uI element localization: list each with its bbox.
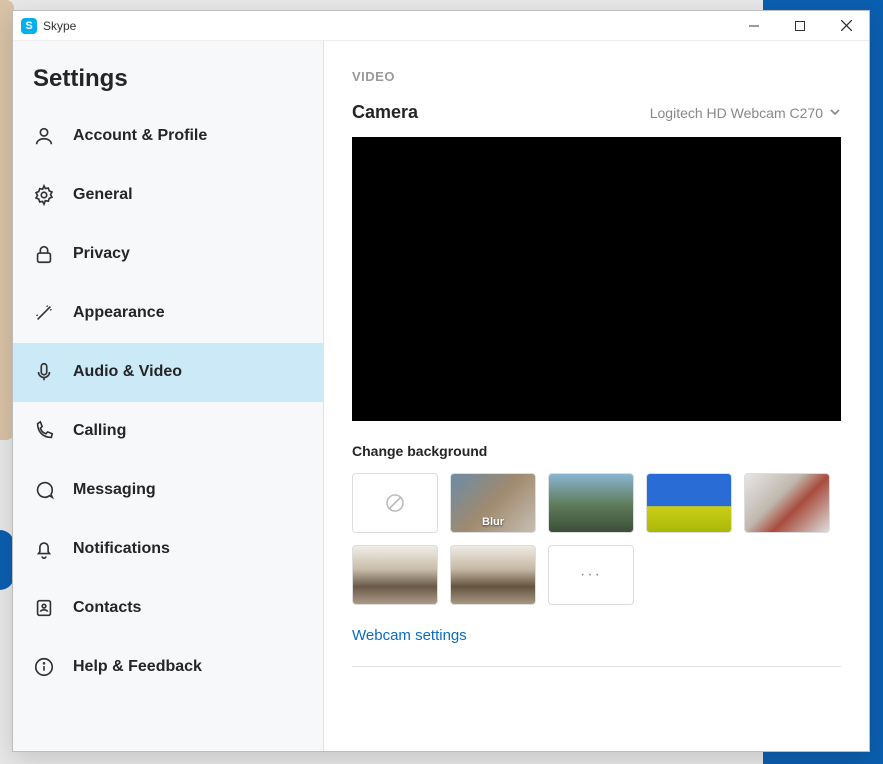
sidebar-item-label: Privacy	[73, 245, 130, 263]
more-icon: ···	[580, 566, 602, 584]
camera-selected-value: Logitech HD Webcam C270	[650, 105, 823, 121]
maximize-button[interactable]	[777, 11, 823, 41]
settings-sidebar: Settings Account & Profile General Priva…	[13, 41, 324, 751]
change-background-label: Change background	[352, 443, 841, 459]
blur-label: Blur	[451, 516, 535, 528]
sidebar-item-help[interactable]: Help & Feedback	[13, 638, 323, 697]
sidebar-item-calling[interactable]: Calling	[13, 402, 323, 461]
bg-option-room1[interactable]	[352, 545, 438, 605]
minimize-button[interactable]	[731, 11, 777, 41]
bg-option-office[interactable]	[744, 473, 830, 533]
sidebar-item-label: Messaging	[73, 481, 156, 499]
sidebar-item-notifications[interactable]: Notifications	[13, 520, 323, 579]
bg-option-blur[interactable]: Blur	[450, 473, 536, 533]
sidebar-item-label: Account & Profile	[73, 127, 207, 145]
sidebar-item-appearance[interactable]: Appearance	[13, 284, 323, 343]
sidebar-item-messaging[interactable]: Messaging	[13, 461, 323, 520]
phone-icon	[33, 420, 55, 442]
user-icon	[33, 125, 55, 147]
sidebar-item-label: Contacts	[73, 599, 141, 617]
bg-option-room2[interactable]	[450, 545, 536, 605]
sidebar-item-label: Appearance	[73, 304, 165, 322]
wand-icon	[33, 302, 55, 324]
camera-label: Camera	[352, 102, 418, 123]
lock-icon	[33, 243, 55, 265]
chevron-down-icon	[829, 105, 841, 121]
sidebar-item-label: Audio & Video	[73, 363, 182, 381]
sidebar-item-label: Calling	[73, 422, 126, 440]
none-icon	[385, 493, 405, 513]
bg-option-none[interactable]	[352, 473, 438, 533]
app-name: Skype	[43, 19, 76, 33]
main-panel: VIDEO Camera Logitech HD Webcam C270 Cha…	[324, 41, 869, 751]
sidebar-item-privacy[interactable]: Privacy	[13, 225, 323, 284]
body-area: Settings Account & Profile General Priva…	[13, 41, 869, 751]
skype-logo-icon: S	[21, 18, 37, 34]
bell-icon	[33, 538, 55, 560]
mic-icon	[33, 361, 55, 383]
webcam-settings-link[interactable]: Webcam settings	[352, 627, 467, 644]
gear-icon	[33, 184, 55, 206]
sidebar-item-label: General	[73, 186, 133, 204]
camera-row: Camera Logitech HD Webcam C270	[352, 102, 841, 123]
sidebar-item-label: Help & Feedback	[73, 658, 202, 676]
sidebar-item-account[interactable]: Account & Profile	[13, 107, 323, 166]
settings-window: S Skype Settings Account & Profile	[12, 10, 870, 752]
sidebar-item-label: Notifications	[73, 540, 170, 558]
camera-preview	[352, 137, 841, 421]
chat-icon	[33, 479, 55, 501]
bg-option-mountain[interactable]	[548, 473, 634, 533]
section-divider	[352, 666, 841, 667]
video-section-heading: VIDEO	[352, 69, 841, 84]
bg-option-more[interactable]: ···	[548, 545, 634, 605]
sidebar-item-contacts[interactable]: Contacts	[13, 579, 323, 638]
sidebar-item-general[interactable]: General	[13, 166, 323, 225]
contacts-icon	[33, 597, 55, 619]
sidebar-item-audio-video[interactable]: Audio & Video	[13, 343, 323, 402]
settings-title: Settings	[13, 41, 323, 107]
bg-option-field[interactable]	[646, 473, 732, 533]
close-button[interactable]	[823, 11, 869, 41]
titlebar: S Skype	[13, 11, 869, 41]
info-icon	[33, 656, 55, 678]
window-controls	[731, 11, 869, 41]
background-options-grid: Blur ···	[352, 473, 841, 605]
camera-select-dropdown[interactable]: Logitech HD Webcam C270	[650, 105, 841, 121]
